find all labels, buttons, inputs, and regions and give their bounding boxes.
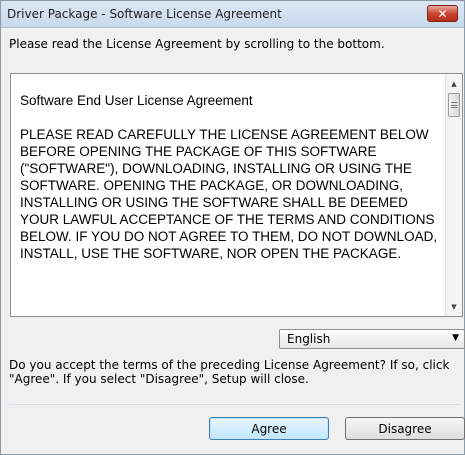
license-body: PLEASE READ CAREFULLY THE LICENSE AGREEM… bbox=[20, 127, 438, 261]
scrollbar-grip-icon bbox=[451, 102, 457, 108]
title-bar: Driver Package - Software License Agreem… bbox=[1, 1, 464, 28]
close-button[interactable]: ✕ bbox=[427, 5, 458, 22]
accept-question-text: Do you accept the terms of the preceding… bbox=[9, 358, 450, 386]
instruction-text: Please read the License Agreement by scr… bbox=[9, 37, 385, 51]
chevron-down-icon: ▼ bbox=[452, 333, 459, 343]
scrollbar-thumb[interactable] bbox=[448, 93, 460, 117]
license-dialog: Driver Package - Software License Agreem… bbox=[0, 0, 465, 455]
license-heading: Software End User License Agreement bbox=[20, 93, 253, 108]
language-select[interactable]: English ▼ bbox=[279, 329, 465, 349]
close-icon: ✕ bbox=[437, 6, 448, 21]
scroll-up-arrow-icon[interactable]: ▲ bbox=[446, 76, 462, 91]
license-text-content: Software End User License Agreement PLEA… bbox=[20, 92, 445, 262]
license-text-box[interactable]: Software End User License Agreement PLEA… bbox=[10, 73, 463, 317]
disagree-button[interactable]: Disagree bbox=[345, 417, 465, 440]
scroll-down-arrow-icon[interactable]: ▼ bbox=[446, 299, 462, 314]
window-title: Driver Package - Software License Agreem… bbox=[7, 7, 282, 21]
agree-button[interactable]: Agree bbox=[209, 417, 329, 440]
license-scrollbar[interactable]: ▲ ▼ bbox=[445, 74, 462, 316]
language-selected-value: English bbox=[287, 332, 331, 346]
divider bbox=[9, 404, 460, 405]
